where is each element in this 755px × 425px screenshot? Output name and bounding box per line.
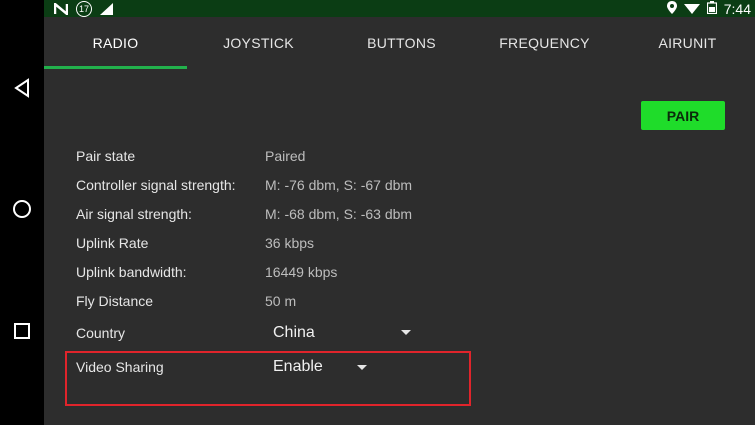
- fly-distance-label: Fly Distance: [76, 293, 154, 309]
- country-select-value[interactable]: China: [273, 324, 315, 342]
- android-nav-bar: [0, 0, 44, 425]
- notification-badge-icon: 17: [76, 0, 92, 17]
- tab-buttons[interactable]: BUTTONS: [330, 17, 473, 69]
- signal-icon: [100, 2, 113, 15]
- n-logo-icon: [54, 2, 68, 15]
- pair-button[interactable]: PAIR: [641, 101, 725, 130]
- annotation-highlight-box: [65, 351, 471, 406]
- uplink-rate-value: 36 kbps: [265, 235, 315, 251]
- active-tab-indicator: [44, 66, 187, 69]
- tab-bar: RADIO JOYSTICK BUTTONS FREQUENCY AIRUNIT: [44, 17, 755, 69]
- tab-joystick[interactable]: JOYSTICK: [187, 17, 330, 69]
- back-icon[interactable]: [0, 68, 44, 108]
- uplink-bandwidth-label: Uplink bandwidth:: [76, 264, 187, 280]
- home-icon[interactable]: [0, 189, 44, 229]
- uplink-bandwidth-value: 16449 kbps: [265, 264, 338, 280]
- wifi-icon: [683, 1, 700, 17]
- location-icon: [666, 0, 677, 17]
- tab-radio[interactable]: RADIO: [44, 17, 187, 69]
- air-signal-value: M: -68 dbm, S: -63 dbm: [265, 206, 413, 222]
- fly-distance-value: 50 m: [265, 293, 297, 309]
- uplink-rate-label: Uplink Rate: [76, 235, 149, 251]
- controller-signal-label: Controller signal strength:: [76, 177, 236, 193]
- clock: 7:44: [723, 0, 751, 17]
- tab-frequency[interactable]: FREQUENCY: [473, 17, 616, 69]
- country-label: Country: [76, 325, 126, 341]
- controller-signal-value: M: -76 dbm, S: -67 dbm: [265, 177, 413, 193]
- pair-state-label: Pair state: [76, 148, 136, 164]
- air-signal-label: Air signal strength:: [76, 206, 192, 222]
- recents-icon[interactable]: [0, 311, 44, 351]
- status-bar: 17 7:44: [44, 0, 755, 17]
- tab-airunit[interactable]: AIRUNIT: [616, 17, 755, 69]
- pair-state-value: Paired: [265, 148, 306, 164]
- battery-icon: [706, 0, 717, 17]
- chevron-down-icon[interactable]: [401, 330, 411, 335]
